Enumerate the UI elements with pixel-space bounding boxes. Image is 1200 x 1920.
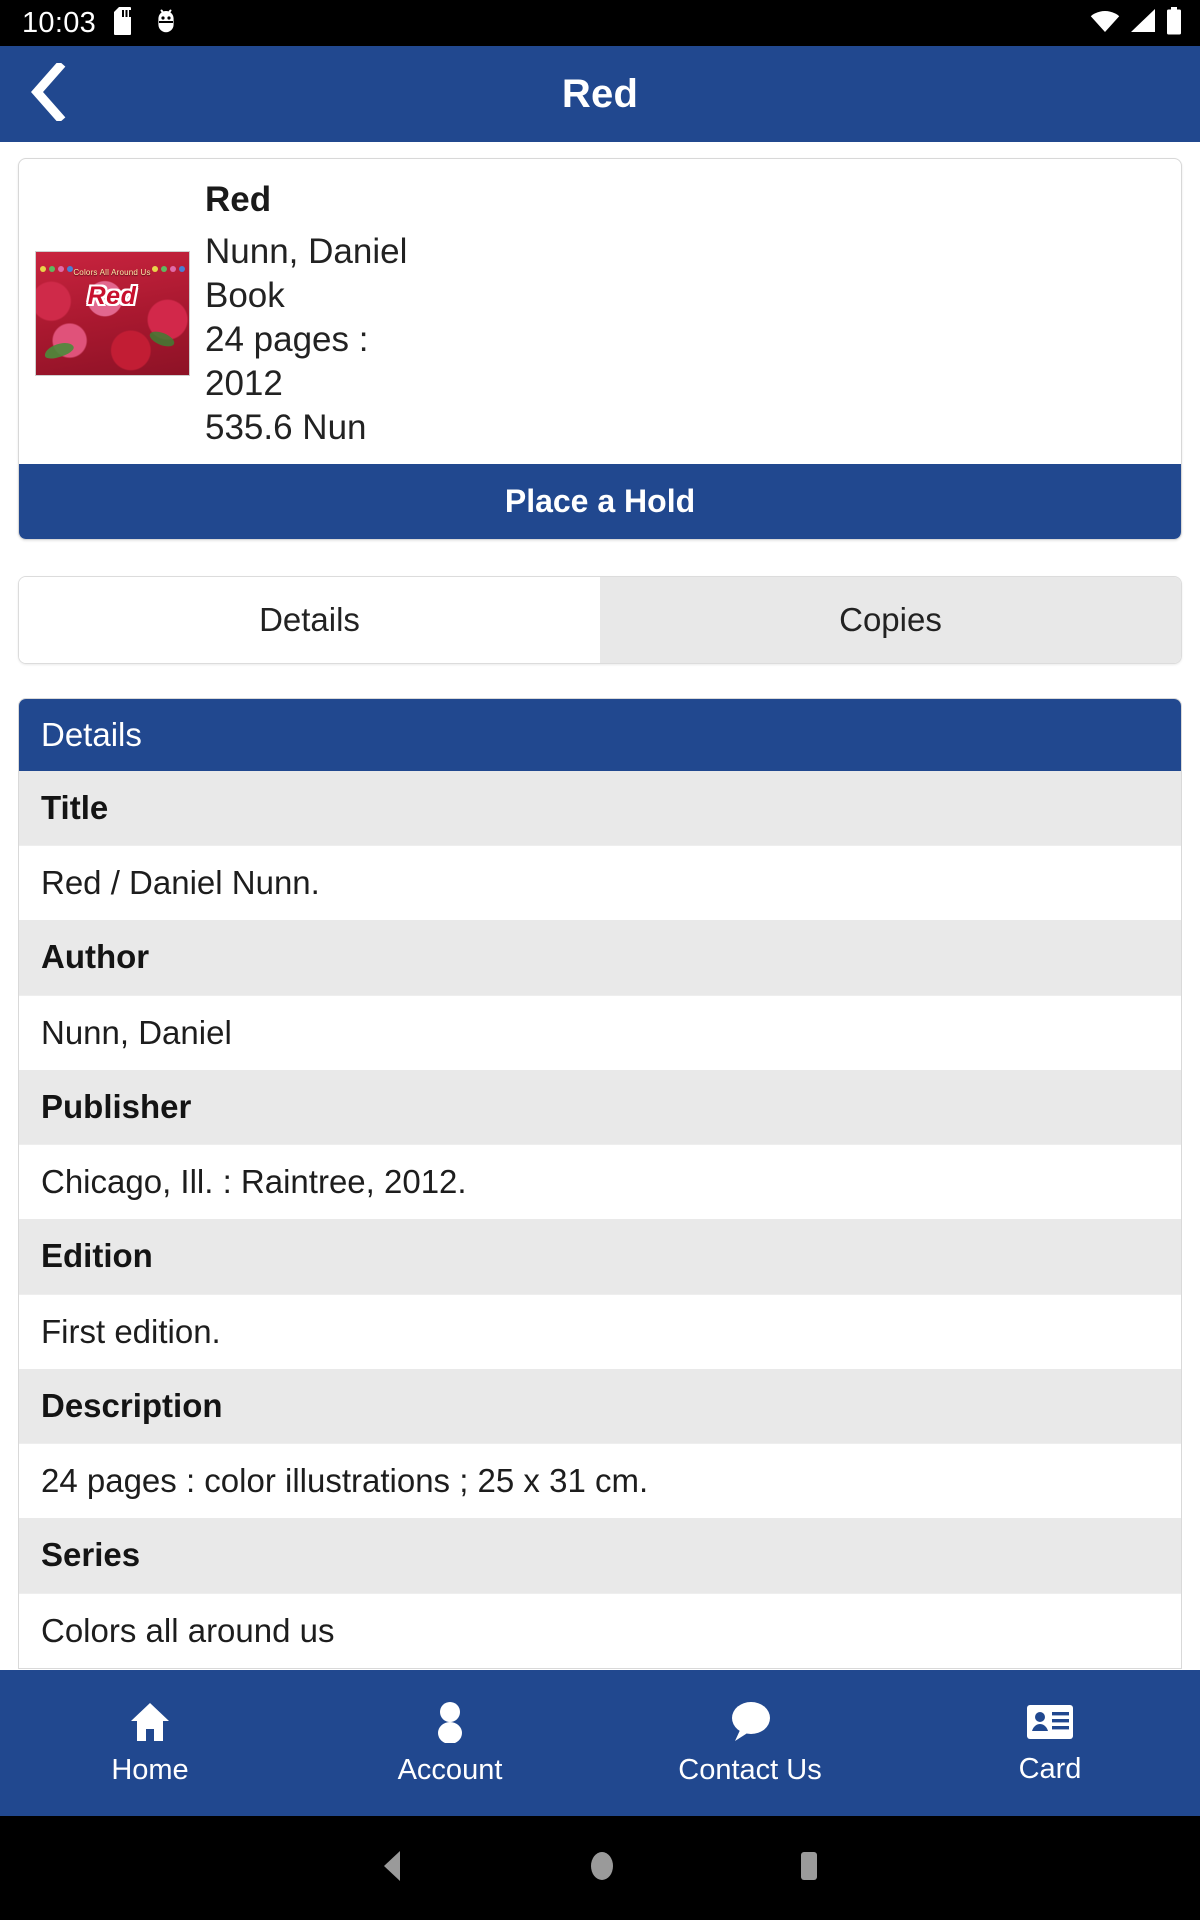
page-title: Red: [561, 71, 639, 116]
app-root: 10:03 Red Colors All Around Us Red Red N…: [0, 0, 1200, 1920]
detail-label-publisher: Publisher: [19, 1069, 1181, 1145]
id-card-icon: [1026, 1702, 1074, 1747]
detail-value-description: 24 pages : color illustrations ; 25 x 31…: [19, 1443, 1181, 1519]
scroll-content[interactable]: Colors All Around Us Red Red Nunn, Danie…: [0, 142, 1200, 1670]
details-panel-heading: Details: [19, 699, 1181, 772]
book-call-number: 535.6 Nun: [205, 407, 367, 447]
book-year: 2012: [205, 363, 283, 403]
triangle-back-icon[interactable]: [378, 1849, 408, 1888]
cover-wrapper: Colors All Around Us Red: [19, 177, 205, 450]
nav-label-contact-us: Contact Us: [678, 1754, 822, 1786]
details-panel: Details Title Red / Daniel Nunn. Author …: [18, 698, 1182, 1669]
book-pages: 24 pages :: [205, 319, 369, 359]
status-bar-right: [1090, 6, 1182, 40]
detail-value-series: Colors all around us: [19, 1592, 1181, 1668]
cover-title-text: Red: [87, 282, 137, 310]
cellular-signal-icon: [1129, 8, 1157, 39]
tab-details[interactable]: Details: [19, 577, 600, 664]
book-summary-inner: Colors All Around Us Red Red Nunn, Danie…: [19, 159, 1181, 464]
android-status-bar: 10:03: [0, 0, 1200, 46]
strawberry-leaf-decoration-2: [147, 328, 176, 350]
detail-label-author: Author: [19, 920, 1181, 995]
circle-home-icon[interactable]: [588, 1848, 616, 1889]
strawberry-leaf-decoration: [42, 339, 75, 362]
book-format: Book: [205, 275, 285, 315]
android-debug-icon: [154, 7, 178, 40]
status-bar-clock: 10:03: [22, 6, 97, 39]
nav-item-home[interactable]: Home: [0, 1701, 300, 1785]
book-metadata: Red Nunn, Daniel Book 24 pages : 2012 53…: [205, 177, 1181, 450]
app-header: Red: [0, 46, 1200, 142]
tab-copies[interactable]: Copies: [600, 577, 1181, 664]
book-title: Red: [205, 180, 272, 219]
detail-label-series: Series: [19, 1518, 1181, 1593]
place-a-hold-button[interactable]: Place a Hold: [19, 464, 1181, 540]
bottom-navigation-bar: Home Account Contact Us Card: [0, 1670, 1200, 1816]
speech-bubble-icon: [727, 1701, 773, 1748]
sd-card-icon: [114, 6, 136, 40]
square-recents-icon[interactable]: [796, 1849, 822, 1888]
book-cover-image: Colors All Around Us Red: [34, 251, 190, 376]
nav-label-home: Home: [111, 1754, 189, 1786]
cover-series-text: Colors All Around Us: [73, 268, 151, 277]
system-navigation-bar: [0, 1816, 1200, 1920]
detail-tabs: Details Copies: [18, 576, 1182, 665]
detail-value-author: Nunn, Daniel: [19, 994, 1181, 1070]
detail-label-edition: Edition: [19, 1219, 1181, 1294]
nav-item-contact-us[interactable]: Contact Us: [600, 1701, 900, 1785]
detail-label-title: Title: [19, 771, 1181, 846]
detail-label-description: Description: [19, 1368, 1181, 1444]
status-bar-left: 10:03: [22, 6, 178, 40]
nav-label-account: Account: [397, 1754, 503, 1786]
detail-value-edition: First edition.: [19, 1293, 1181, 1369]
battery-icon: [1166, 6, 1182, 40]
back-button[interactable]: [0, 46, 96, 142]
home-icon: [128, 1701, 172, 1748]
chevron-left-icon: [28, 60, 68, 126]
nav-item-card[interactable]: Card: [900, 1702, 1200, 1784]
detail-value-publisher: Chicago, Ill. : Raintree, 2012.: [19, 1144, 1181, 1220]
person-icon: [430, 1701, 470, 1748]
book-summary-card: Colors All Around Us Red Red Nunn, Danie…: [18, 158, 1182, 541]
detail-value-title: Red / Daniel Nunn.: [19, 845, 1181, 921]
nav-item-account[interactable]: Account: [300, 1701, 600, 1785]
nav-label-card: Card: [1018, 1753, 1082, 1785]
wifi-icon: [1090, 8, 1120, 39]
book-author: Nunn, Daniel: [205, 231, 408, 271]
